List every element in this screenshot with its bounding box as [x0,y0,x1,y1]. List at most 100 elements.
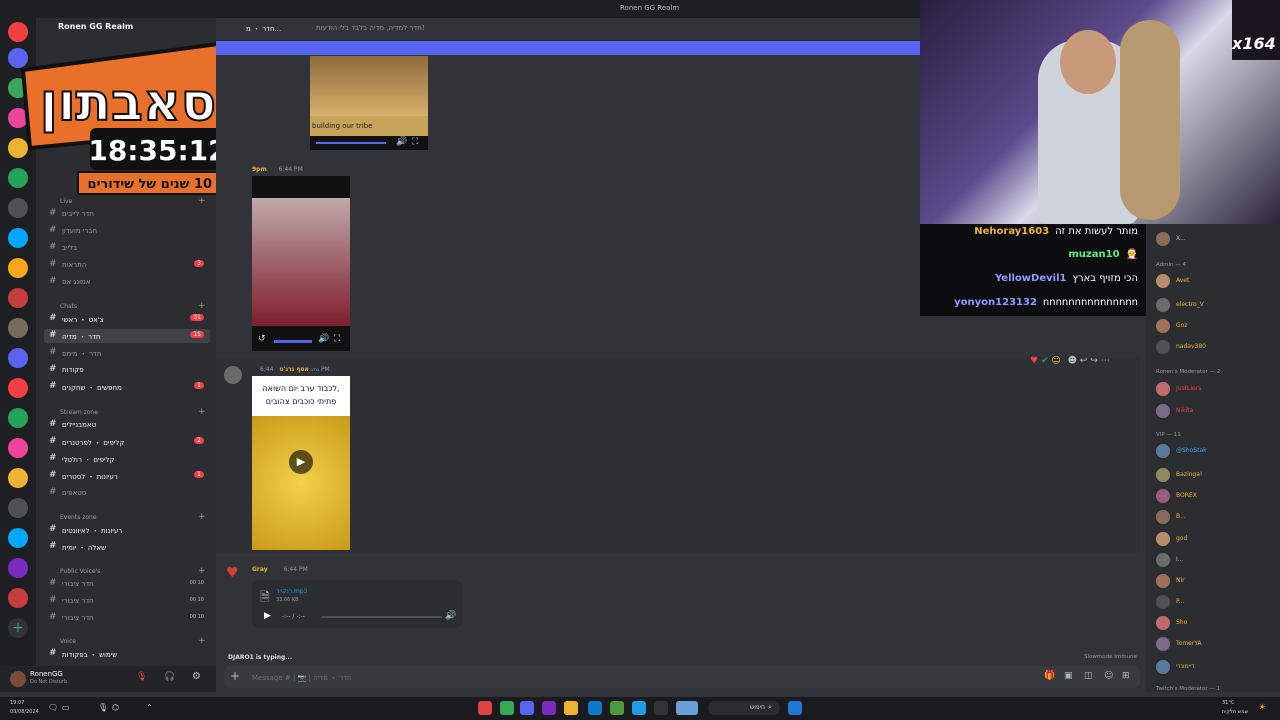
fullscreen-icon[interactable]: ⛶ [412,137,418,147]
channel-item[interactable]: # קליפים ・ רולטלי [44,452,210,466]
channel-item[interactable]: # שאלה ・ יומית [44,540,210,554]
channel-item[interactable]: # קליפים ・ לפרטנרים 2 [44,435,210,449]
avatar[interactable] [224,366,242,384]
message-author[interactable]: 9pm [252,166,267,173]
forward-icon[interactable]: ↪ [1090,356,1098,366]
channel-item[interactable]: # אמונג אס [44,275,210,289]
member-item[interactable]: I... [1154,551,1278,569]
mic-icon[interactable]: 🎙 [98,703,108,712]
channel-item[interactable]: # רעיונות ・ לאיוונטים [44,523,210,537]
server-icon[interactable] [8,378,28,398]
member-item[interactable]: B... [1154,508,1278,526]
add-channel-icon[interactable]: + [198,512,206,522]
member-item[interactable]: JustLiors [1154,380,1278,398]
display-icon[interactable]: ▭ [62,703,70,712]
app-icon[interactable] [478,701,492,715]
member-item[interactable]: @ShoStak [1154,442,1278,460]
channel-item[interactable]: # שימוש ・ בפקודות [44,647,210,661]
member-item[interactable]: Nir [1154,572,1278,590]
member-item[interactable]: god [1154,530,1278,548]
member-item[interactable]: Bazinga! [1154,466,1278,484]
message-input[interactable]: Message # | 📷 | חדר ・ מדיה [252,673,352,683]
add-channel-icon[interactable]: + [198,407,206,417]
file-name[interactable]: רנקייר.mp3 [276,588,308,595]
folder-icon[interactable] [564,701,578,715]
server-icon[interactable] [8,468,28,488]
video-player[interactable]: לכבוד ערב יום השואה, פתיתי כוכבים צהובים… [252,376,350,550]
mute-mic-icon[interactable]: 🎙 [136,672,147,682]
member-item[interactable]: electro_V [1154,296,1278,314]
gif-icon[interactable]: ▣ [1064,671,1073,681]
taskbar-search[interactable]: חיפוש ⌕ [708,701,780,715]
gift-icon[interactable]: 🎁 [1044,671,1055,681]
channel-category[interactable]: Stream zone + [46,407,206,417]
volume-icon[interactable]: 🔊 [318,334,329,344]
server-icon[interactable] [8,228,28,248]
emoji-icon[interactable]: ☺ [1104,671,1113,681]
sticker-icon[interactable]: ◫ [1084,671,1093,681]
video-player[interactable]: building our tribe 🔊 ⛶ [310,56,428,150]
channel-category[interactable]: Voice + [46,636,206,646]
new-messages-banner[interactable] [216,41,920,55]
server-icon[interactable] [8,198,28,218]
heart-reaction-icon[interactable]: ♥ [1030,356,1038,366]
server-icon[interactable] [8,288,28,308]
audio-seek-bar[interactable] [322,616,442,618]
member-item[interactable]: nadav380 [1154,338,1278,356]
app-icon[interactable] [542,701,556,715]
check-reaction-icon[interactable]: ✔ [1041,356,1049,366]
add-attachment-icon[interactable]: + [230,669,240,683]
discord-icon[interactable] [520,701,534,715]
volume-icon[interactable]: 🔊 [396,137,407,147]
server-icon[interactable] [8,588,28,608]
fullscreen-icon[interactable]: ⛶ [334,334,340,344]
member-item[interactable]: TomerYA [1154,635,1278,653]
avatar[interactable] [10,671,26,687]
channel-item[interactable]: # חדר לייבים [44,207,210,221]
app-icon[interactable] [610,701,624,715]
notification-icon[interactable]: 🗨 [48,703,58,712]
channel-category[interactable]: Events zone + [46,512,206,522]
message-author[interactable]: Gray [252,566,268,573]
member-item[interactable]: דיימונדי [1154,658,1278,676]
member-item[interactable]: X... [1154,230,1278,248]
add-channel-icon[interactable]: + [198,566,206,576]
channel-item[interactable]: # חדר ・ מדיה 15 [44,329,210,343]
app-icon[interactable] [676,701,698,715]
volume-slider[interactable] [274,340,312,343]
replay-icon[interactable]: ↺ [258,334,266,344]
video-player[interactable]: ↺ 🔊 ⛶ [252,176,350,351]
more-icon[interactable]: ⋯ [1101,356,1110,366]
channel-item[interactable]: # מחפשים ・ שחקנים 1 [44,380,210,394]
member-item[interactable]: BOREX [1154,487,1278,505]
channel-item[interactable]: # חדר ・ מימס [44,346,210,360]
channel-item[interactable]: # צ'אט ・ ראשי 31 [44,312,210,326]
server-icon[interactable] [8,528,28,548]
add-server-icon[interactable]: + [8,618,28,638]
emoji-reaction-icon[interactable]: ☺ [1051,356,1060,366]
channel-item[interactable]: # סטאפים [44,486,210,500]
channel-item[interactable]: # טאמבניילים [44,418,210,432]
chrome-icon[interactable] [500,701,514,715]
start-icon[interactable] [788,701,802,715]
server-icon[interactable] [8,258,28,278]
reply-icon[interactable]: ↩ [1080,356,1088,366]
server-icon[interactable] [8,498,28,518]
network-icon[interactable]: ⌬ [112,703,119,712]
edge-icon[interactable] [632,701,646,715]
deafen-icon[interactable]: 🎧 [164,672,175,682]
play-icon[interactable]: ▶ [264,611,271,621]
member-item[interactable]: Goz [1154,317,1278,335]
avatar[interactable]: ♥ [226,565,239,581]
member-item[interactable]: Nikita [1154,402,1278,420]
server-icon[interactable] [8,318,28,338]
add-channel-icon[interactable]: + [198,301,206,311]
server-icon[interactable] [8,438,28,458]
server-icon[interactable] [8,558,28,578]
server-icon[interactable] [8,408,28,428]
server-icon[interactable] [8,348,28,368]
channel-item[interactable]: # רעיונות ・ לסטרים 1 [44,469,210,483]
settings-gear-icon[interactable]: ⚙ [192,671,201,682]
channel-item[interactable]: # חדר ציבורי 00 10 [44,594,210,608]
apps-icon[interactable]: ⊞ [1122,671,1130,681]
